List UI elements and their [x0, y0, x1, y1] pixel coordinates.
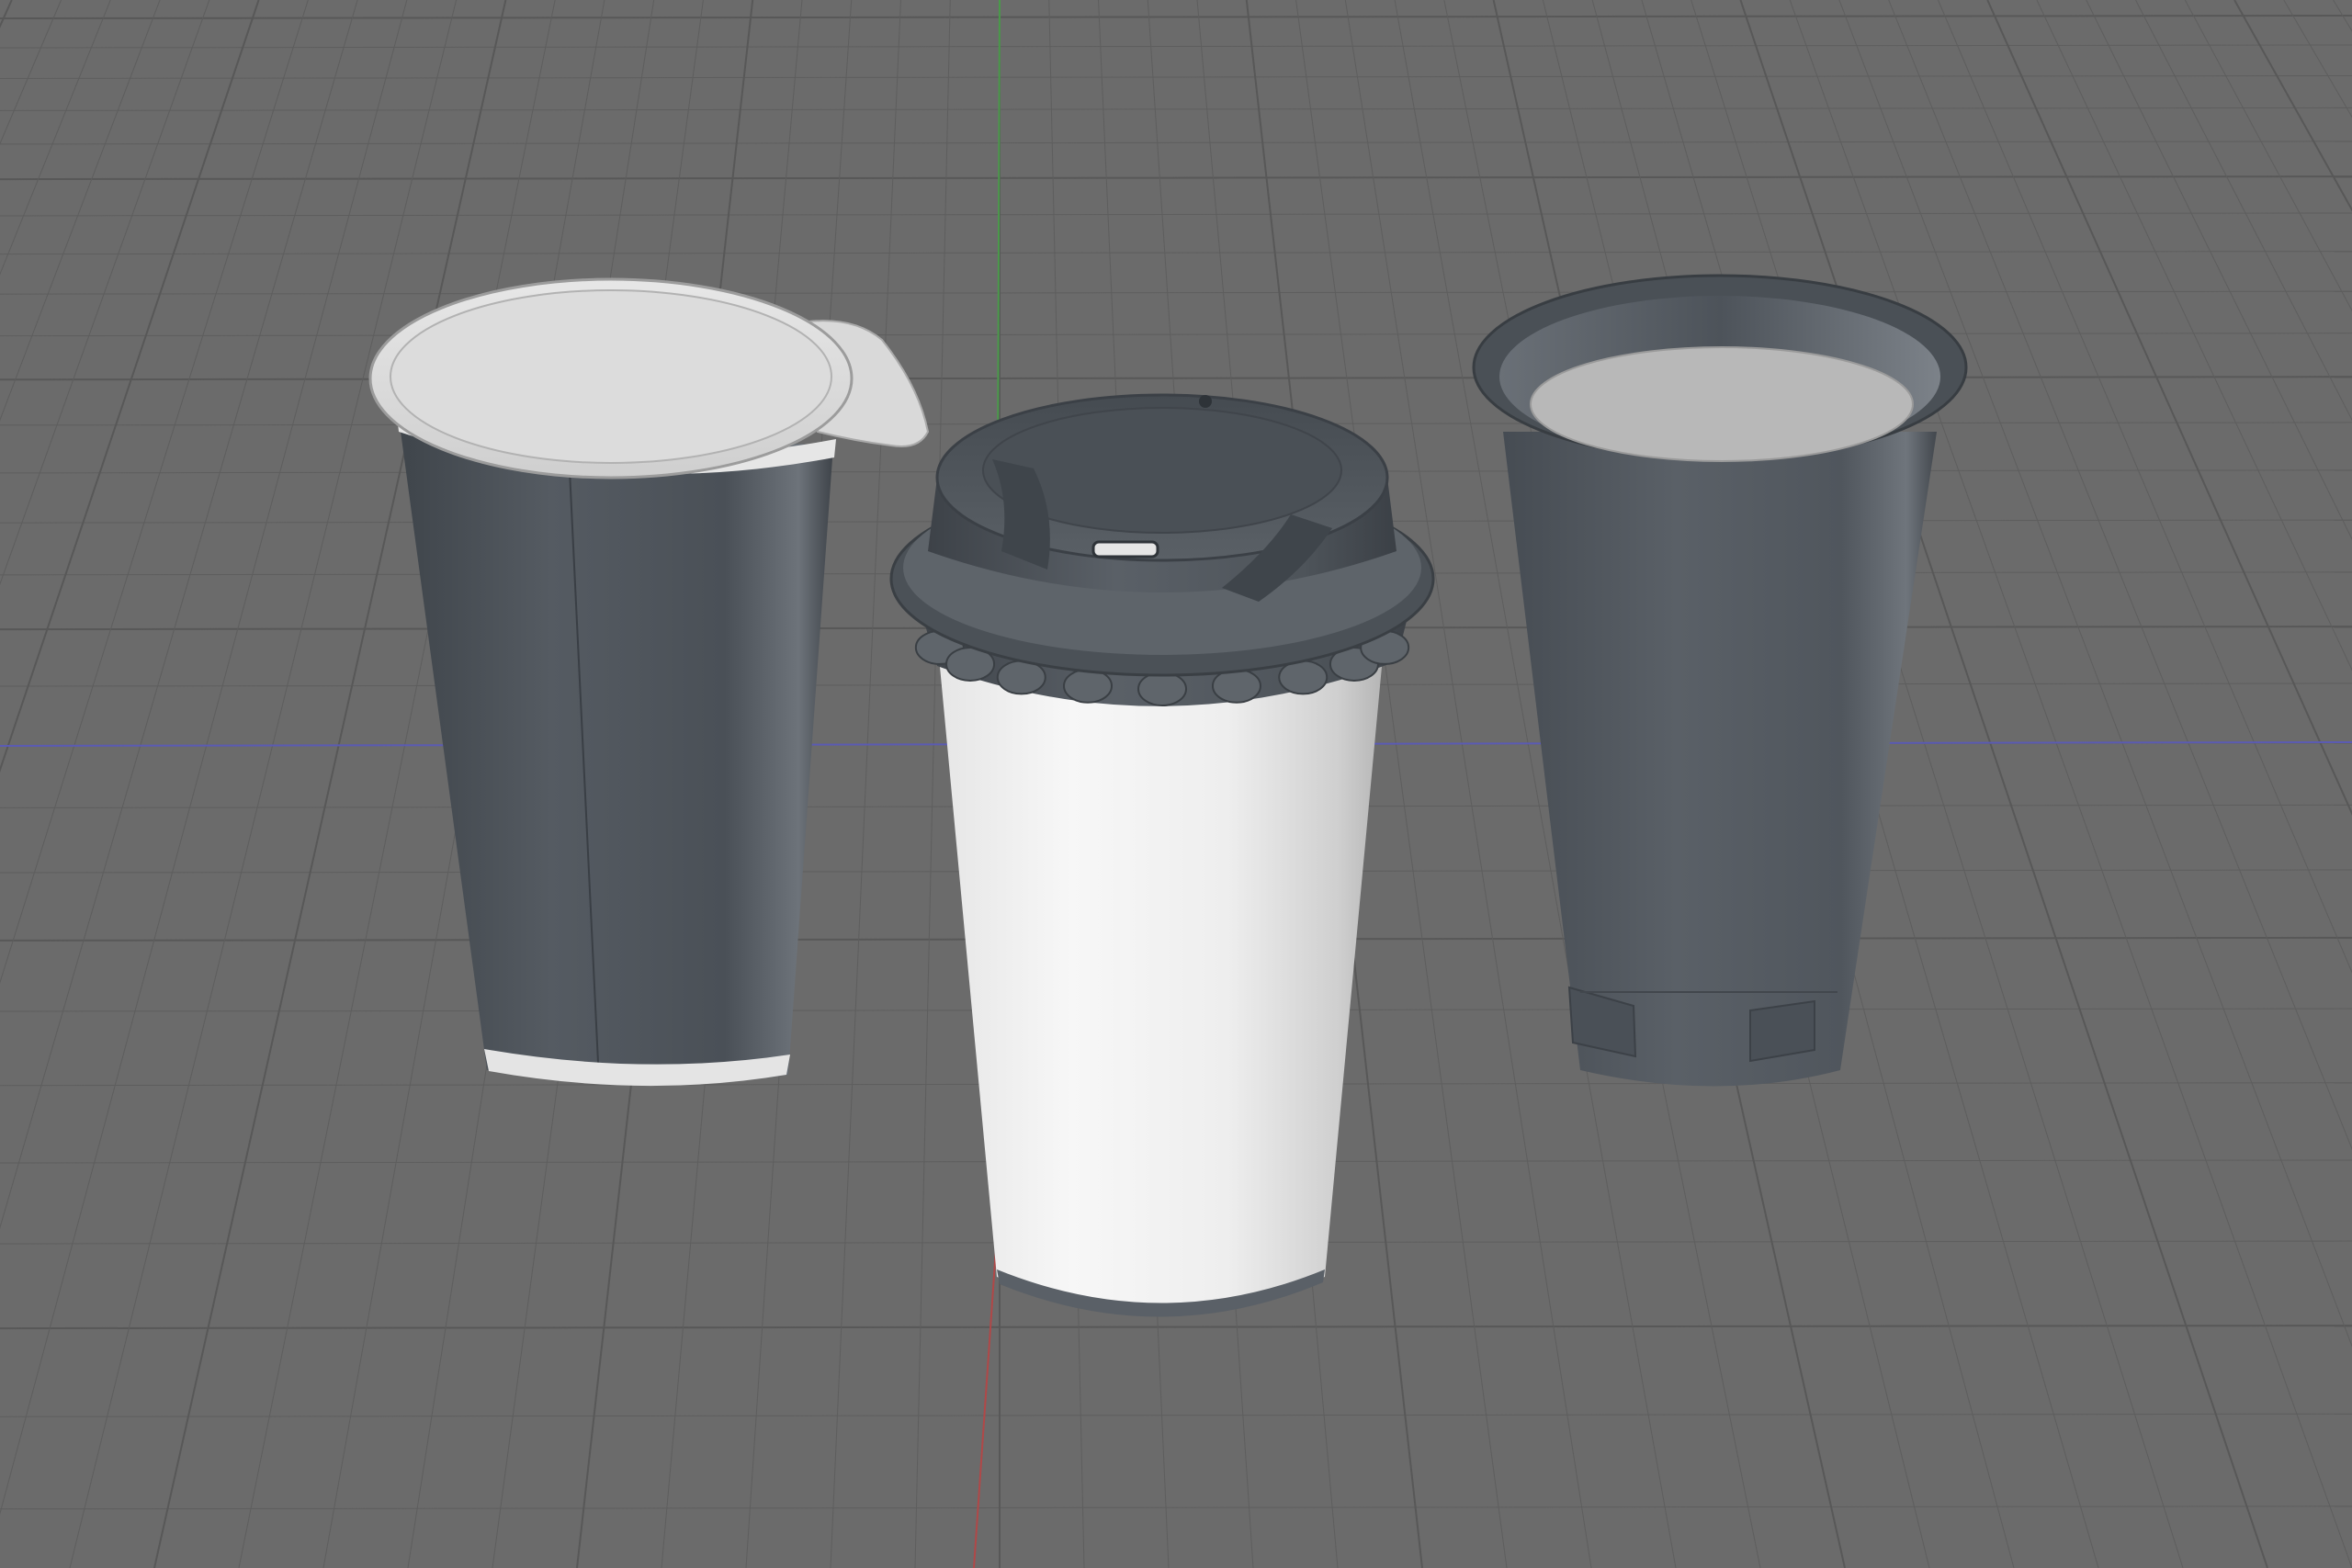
sip-opening-icon[interactable]	[1091, 540, 1159, 558]
coffee-cup-with-lid[interactable]	[889, 393, 1435, 1317]
grid-line	[0, 251, 2352, 255]
grid-line	[2233, 0, 2352, 212]
3d-viewport[interactable]	[0, 0, 2352, 1568]
lid-bump	[1211, 668, 1261, 704]
grid-line	[1838, 0, 2352, 1348]
grid-line	[0, 290, 2352, 295]
z-axis-line	[973, 1221, 999, 1568]
grid-line	[0, 1506, 2352, 1510]
grid-line	[0, 74, 2352, 79]
lid-bump	[1063, 668, 1114, 704]
grid-line	[0, 376, 2352, 381]
grid-line	[0, 212, 2352, 217]
yogurt-cup-body[interactable]	[400, 424, 833, 1086]
grid-line	[69, 0, 458, 1568]
grid-line	[830, 0, 901, 1568]
grid-line	[0, 0, 111, 276]
grid-line	[2333, 0, 2352, 32]
grid-line	[0, 0, 13, 28]
grid-line	[0, 175, 2352, 181]
grid-line	[0, 0, 161, 422]
open-cup-inner-floor	[1530, 346, 1914, 462]
open-cup-body[interactable]	[1503, 432, 1937, 1087]
grid-line	[1986, 0, 2352, 817]
grid-line	[0, 107, 2352, 111]
grid-line	[0, 333, 2352, 337]
grid-line	[0, 44, 2352, 49]
grid-line	[914, 0, 951, 1568]
grid-line	[2135, 0, 2352, 422]
coffee-cup-body[interactable]	[939, 657, 1383, 1312]
yogurt-cup-with-foil-lid[interactable]	[368, 277, 930, 1087]
grid-line	[1888, 0, 2352, 1151]
grid-line	[2036, 0, 2352, 671]
grid-line	[2184, 0, 2352, 312]
grid-line	[0, 0, 309, 984]
grid-line	[0, 0, 62, 145]
lid-bump	[1137, 671, 1187, 706]
grid-line	[0, 1325, 2352, 1330]
grid-line	[0, 0, 408, 1516]
grid-line	[2283, 0, 2352, 118]
grid-line	[1938, 0, 2352, 974]
grid-line	[0, 1413, 2352, 1417]
foil-lid-inner-ring	[390, 289, 832, 464]
grid-line	[2086, 0, 2352, 541]
viewport-canvas[interactable]	[0, 0, 2352, 1568]
open-cup[interactable]	[1472, 274, 1968, 1087]
grid-line	[0, 0, 210, 586]
vent-hole-icon	[1199, 395, 1212, 408]
